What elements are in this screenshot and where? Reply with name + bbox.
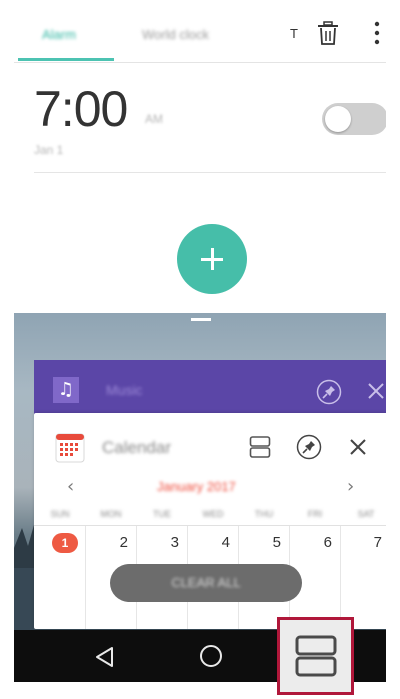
phone-screen: Alarm World clock T 7:00 AM Jan 1 ♫ Musi…	[14, 0, 386, 699]
alarm-date: Jan 1	[34, 143, 64, 157]
home-icon[interactable]	[199, 644, 223, 668]
split-handle[interactable]	[191, 318, 211, 321]
day-number: 3	[170, 534, 179, 551]
add-alarm-button[interactable]	[177, 224, 247, 294]
split-screen-icon[interactable]	[249, 435, 271, 459]
today-badge[interactable]: 1	[52, 533, 78, 553]
weekday-label: SAT	[357, 509, 375, 519]
pin-icon[interactable]	[316, 379, 342, 405]
close-icon[interactable]	[348, 437, 368, 457]
alarm-ampm: AM	[145, 112, 163, 126]
day-cell[interactable]: 7	[340, 526, 386, 629]
divider	[34, 172, 386, 173]
weekday-label: THU	[254, 509, 274, 519]
weekday-label: WED	[202, 509, 224, 519]
music-card[interactable]: ♫ Music	[34, 360, 386, 420]
alarm-app: Alarm World clock T 7:00 AM Jan 1	[14, 0, 386, 313]
tab-bar: Alarm World clock T	[14, 0, 386, 63]
day-number: 2	[119, 534, 128, 551]
trash-icon[interactable]	[316, 20, 340, 46]
plus-icon	[211, 248, 214, 270]
calendar-icon	[55, 433, 85, 463]
weekday-label: SUN	[50, 509, 70, 519]
recent-apps: ♫ Music Calendar ‹ January 2017 › SUN MO…	[14, 313, 386, 630]
split-screen-icon	[295, 635, 337, 677]
day-number: 4	[221, 534, 230, 551]
back-icon[interactable]	[92, 644, 118, 670]
weekday-label: FRI	[307, 509, 323, 519]
t-button[interactable]: T	[290, 26, 298, 41]
chevron-left-icon[interactable]: ‹	[67, 476, 74, 497]
alarm-time[interactable]: 7:00	[34, 80, 128, 138]
weekday-header: SUN MON TUE WED THU FRI SAT	[34, 509, 386, 523]
toggle-thumb	[325, 106, 351, 132]
close-icon[interactable]	[366, 381, 386, 401]
tab-alarm[interactable]: Alarm	[42, 27, 76, 42]
pin-icon[interactable]	[296, 434, 322, 460]
more-vert-icon[interactable]	[372, 20, 382, 46]
day-number: 7	[373, 534, 382, 551]
month-label: January 2017	[157, 479, 236, 494]
day-number: 5	[272, 534, 281, 551]
split-screen-button[interactable]	[277, 617, 354, 695]
tab-world-clock[interactable]: World clock	[142, 27, 209, 42]
music-note-icon: ♫	[53, 377, 79, 403]
clear-all-button[interactable]: CLEAR ALL	[110, 564, 302, 602]
calendar-app-name: Calendar	[102, 438, 171, 457]
weekday-label: MON	[100, 509, 122, 519]
alarm-toggle[interactable]	[322, 103, 386, 135]
chevron-right-icon[interactable]: ›	[347, 476, 354, 497]
music-app-name: Music	[106, 382, 143, 398]
active-tab-indicator	[18, 58, 114, 61]
weekday-label: TUE	[153, 509, 171, 519]
clear-all-label: CLEAR ALL	[171, 575, 241, 590]
day-number: 6	[323, 534, 332, 551]
